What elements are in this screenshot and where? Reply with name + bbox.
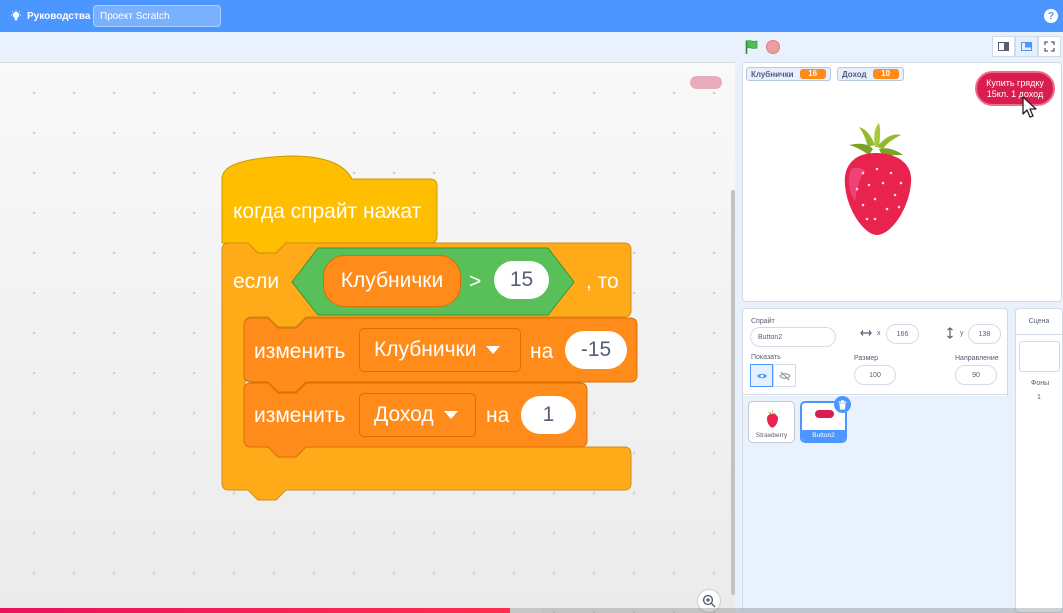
direction-label: Направление: [955, 355, 999, 362]
small-stage-icon: [998, 42, 1009, 51]
size-input[interactable]: 100: [854, 365, 896, 385]
variable-dropdown-strawberries[interactable]: Клубнички: [359, 328, 521, 372]
delete-sprite-button[interactable]: [834, 396, 851, 413]
sprite-label: Спрайт: [751, 318, 775, 325]
stage-target-panel[interactable]: Сцена Фоны 1: [1015, 308, 1063, 613]
zoom-in-icon: [702, 594, 716, 608]
y-input[interactable]: 138: [968, 324, 1001, 344]
then-label: , то: [586, 270, 619, 293]
question-icon[interactable]: ?: [1044, 9, 1058, 23]
menu-bar: Руководства Проект Scratch ?: [0, 0, 1063, 32]
y-label: y: [960, 330, 964, 337]
stage-thumbnail: [1019, 341, 1060, 372]
direction-input[interactable]: 90: [955, 365, 997, 385]
monitor-label: Доход: [842, 69, 867, 79]
hat-block-label: когда спрайт нажат: [233, 200, 422, 223]
sprite-tile-name: Strawberry: [755, 432, 788, 439]
chevron-down-icon: [486, 346, 501, 354]
sprite-info-panel: Спрайт Button2 x 166 y 138 Показать Разм…: [742, 308, 1009, 613]
video-progress-fill: [0, 608, 511, 613]
sprite-name-input[interactable]: Button2: [750, 327, 836, 347]
variable-dropdown-income-label: Доход: [374, 403, 434, 426]
if-label: если: [233, 270, 280, 293]
eye-icon: [756, 373, 767, 378]
change-2-value-input[interactable]: 1: [521, 396, 576, 434]
small-stage-button[interactable]: [992, 36, 1015, 57]
monitor-label: Клубнички: [751, 69, 794, 79]
monitor-value: 10: [872, 69, 899, 79]
compare-value-input[interactable]: 15: [494, 261, 549, 299]
normal-stage-button[interactable]: [1015, 36, 1038, 57]
tutorials-label: Руководства: [27, 10, 91, 22]
change-1-by-label: на: [530, 340, 554, 363]
sprite-info-header: Спрайт Button2 x 166 y 138 Показать Разм…: [743, 309, 1009, 395]
stage-mode-buttons: [992, 36, 1061, 57]
show-label: Показать: [751, 354, 781, 361]
fullscreen-button[interactable]: [1038, 36, 1061, 57]
normal-stage-icon: [1021, 42, 1032, 51]
code-area[interactable]: когда спрайт нажат если Клубнички > 15 ,…: [0, 62, 735, 613]
fullscreen-icon: [1044, 41, 1055, 52]
mouse-cursor-icon: [1022, 96, 1037, 118]
variable-reporter-strawberries[interactable]: Клубнички: [323, 255, 461, 307]
sprite-list: Strawberry Button2: [743, 396, 1009, 613]
change-2-label: изменить: [254, 404, 346, 427]
variable-dropdown-strawberries-label: Клубнички: [374, 338, 477, 361]
hide-sprite-button[interactable]: [773, 364, 796, 387]
size-label: Размер: [854, 355, 879, 362]
buy-garden-bed-sprite[interactable]: Купить грядку 15кл. 1 доход: [975, 71, 1055, 106]
variable-dropdown-income[interactable]: Доход: [359, 393, 476, 437]
sprite-tile-name: Button2: [802, 430, 845, 441]
backdrops-label: Фоны: [1031, 380, 1050, 387]
video-progress-bar[interactable]: [0, 608, 1063, 613]
variable-monitor-income: Доход 10: [837, 67, 904, 81]
buy-button-line1: Купить грядку: [986, 77, 1044, 88]
tutorials-button[interactable]: Руководства: [10, 10, 90, 22]
x-input[interactable]: 166: [886, 324, 919, 344]
green-flag-icon[interactable]: [744, 39, 760, 55]
lightbulb-icon: [11, 10, 21, 21]
change-1-value-input[interactable]: -15: [565, 331, 627, 369]
button2-thumbnail: [815, 410, 834, 418]
trash-icon: [838, 399, 847, 409]
stage-target-label: Сцена: [1016, 309, 1062, 335]
stop-button[interactable]: [766, 40, 780, 54]
project-title-input[interactable]: Проект Scratch: [93, 5, 221, 27]
horizontal-arrows-icon: [860, 330, 872, 336]
stage[interactable]: Клубнички 16 Доход 10 Купить грядку 15кл…: [742, 62, 1062, 302]
strawberry-sprite[interactable]: [835, 123, 915, 243]
variable-monitor-strawberries: Клубнички 16: [746, 67, 831, 81]
code-area-scrollbar[interactable]: [731, 190, 735, 595]
change-2-by-label: на: [486, 404, 510, 427]
monitor-value: 16: [799, 69, 826, 79]
eye-slash-icon: [778, 371, 791, 380]
vertical-arrows-icon: [947, 327, 953, 339]
change-1-label: изменить: [254, 340, 346, 363]
x-label: x: [877, 330, 881, 337]
backdrops-count: 1: [1037, 394, 1041, 401]
strawberry-thumbnail: [766, 409, 778, 428]
greater-than-operator: >: [469, 270, 482, 293]
show-sprite-button[interactable]: [750, 364, 773, 387]
sprite-tile-strawberry[interactable]: Strawberry: [748, 401, 795, 443]
chevron-down-icon: [443, 411, 458, 419]
